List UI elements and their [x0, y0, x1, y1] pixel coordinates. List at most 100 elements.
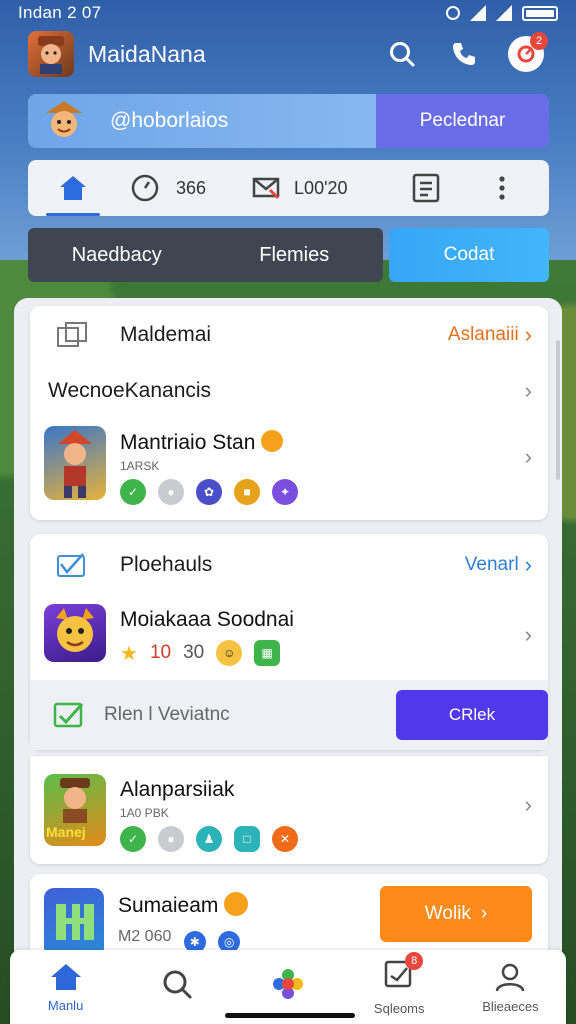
home-tab[interactable]	[40, 160, 106, 216]
nav-label: Manlu	[47, 997, 84, 1013]
nav-item-search[interactable]	[121, 950, 232, 1024]
mail-stat-value: L00'20	[294, 177, 348, 198]
profile-character-icon	[46, 101, 82, 137]
game-thumbnail: Manej	[44, 774, 106, 846]
nav-item-profile[interactable]: Blieaeces	[455, 950, 566, 1024]
timer-icon	[131, 174, 159, 202]
timer-stat-value: 366	[176, 177, 207, 198]
chevron-right-icon[interactable]: ›	[525, 322, 532, 348]
app-header: MaidaNana 2	[28, 30, 548, 78]
profile-strip: @hoborlaios Peclednar	[28, 94, 549, 148]
profile-handle: @hoborlaios	[110, 109, 229, 132]
game-title: Mantriaio Stan	[120, 430, 525, 455]
messages-badge: 8	[405, 952, 424, 970]
profile-action-button[interactable]: Peclednar	[376, 94, 549, 148]
crlek-button[interactable]: CRlek	[396, 690, 548, 740]
card-header: Ploehauls Venarl ›	[30, 534, 548, 596]
game-thumbnail	[44, 426, 106, 500]
app-title: MaidaNana	[88, 40, 206, 67]
thumb-label: Manej	[46, 824, 86, 840]
game-title: Alanparsiiak	[120, 778, 235, 801]
profile-info[interactable]: @hoborlaios	[28, 94, 376, 148]
messages-icon-wrap: 8	[383, 952, 424, 995]
more-options-button[interactable]	[498, 175, 506, 201]
wolik-button[interactable]: Wolik ›	[380, 886, 532, 942]
star-icon: ★	[120, 642, 138, 665]
card-title: Maldemai	[120, 323, 212, 346]
list-item-game[interactable]: Mantriaio Stan 1ARSK ✓ ● ✿ ■ ✦ ›	[30, 418, 548, 514]
footer-label: Rlen l Veviatnc	[104, 704, 230, 725]
card-alanparsiiak: Manej Alanparsiiak 1A0 PBK ✓ ● ♟ □ ✕ ›	[30, 756, 548, 864]
checkbox-icon	[53, 702, 84, 728]
card-title: Ploehauls	[120, 553, 213, 576]
grey-badge-icon: ●	[158, 479, 184, 505]
list-item-subtitle[interactable]: WecnoeKanancis ›	[30, 364, 548, 418]
card-link[interactable]: Venarl	[465, 554, 519, 576]
chevron-right-icon: ›	[524, 792, 532, 817]
timer-stat[interactable]: 366	[130, 173, 206, 203]
home-icon	[60, 176, 86, 200]
segment-control: Naedbacy Flemies	[28, 228, 383, 282]
check-badge-icon: ✓	[120, 479, 146, 505]
status-icons	[446, 5, 558, 21]
main-panel: Maldemai Aslanaiii › WecnoeKanancis › Ma…	[14, 298, 562, 1024]
notification-badge: 2	[530, 32, 548, 50]
card-link[interactable]: Aslanaiii	[448, 324, 519, 346]
list-item-game[interactable]: Manej Alanparsiiak 1A0 PBK ✓ ● ♟ □ ✕ ›	[30, 756, 548, 852]
rating-value-b: 30	[183, 642, 205, 663]
rating-value-a: 10	[149, 642, 172, 663]
chevron-right-icon[interactable]: ›	[525, 552, 532, 578]
smiley-badge-icon: ☺	[216, 640, 243, 666]
card-ploehauls: Ploehauls Venarl › Moiakaaa Soodnai ★ 10…	[30, 534, 548, 750]
wolik-button-label: Wolik	[424, 903, 471, 924]
game-info: Moiakaaa Soodnai ★ 10 30 ☺ ▦	[120, 602, 525, 666]
segment-row: Naedbacy Flemies Codat	[28, 228, 549, 282]
avatar[interactable]	[28, 31, 74, 77]
card-maldemai: Maldemai Aslanaiii › WecnoeKanancis › Ma…	[30, 306, 548, 520]
rating-row: ★ 10 30 ☺ ▦	[120, 640, 525, 666]
square-badge-icon: □	[234, 826, 260, 852]
more-vertical-icon	[498, 176, 505, 200]
game-info: Mantriaio Stan 1ARSK ✓ ● ✿ ■ ✦	[120, 424, 525, 505]
list-item-game[interactable]: Moiakaaa Soodnai ★ 10 30 ☺ ▦ ›	[30, 596, 548, 680]
character-icon	[38, 36, 64, 74]
home-icon	[50, 963, 81, 990]
chevron-right-icon: ›	[524, 378, 532, 403]
wifi-icon	[470, 5, 486, 21]
search-icon	[163, 970, 192, 999]
badge-row: ✓ ● ✿ ■ ✦	[120, 479, 525, 505]
nav-item-messages[interactable]: 8 Sqleoms	[344, 950, 455, 1024]
codat-button[interactable]: Codat	[389, 228, 549, 282]
game-title: Moiakaaa Soodnai	[120, 608, 294, 631]
search-button[interactable]	[380, 32, 424, 76]
subrow-title: WecnoeKanancis	[48, 379, 212, 402]
call-button[interactable]	[442, 32, 486, 76]
nav-item-home[interactable]: Manlu	[10, 950, 121, 1024]
scrollbar[interactable]	[556, 340, 560, 480]
notifications-button[interactable]: 2	[504, 32, 548, 76]
flower-badge-icon: ✿	[196, 479, 222, 505]
game-thumbnail	[44, 604, 106, 662]
badge-row: ✓ ● ♟ □ ✕	[120, 826, 525, 852]
battery-icon	[522, 5, 558, 21]
chart-icon	[52, 545, 92, 585]
chevron-right-icon: ›	[480, 903, 488, 924]
folder-outline-icon	[52, 315, 92, 355]
emoji-icon	[261, 430, 284, 452]
user-icon	[496, 963, 525, 991]
flower-icon	[273, 969, 303, 999]
quick-stats-bar: 366 L00'20	[28, 160, 549, 216]
mail-icon	[252, 177, 280, 200]
game-meta: 1A0 PBK	[120, 806, 169, 820]
star-badge-icon: ✦	[272, 479, 298, 505]
list-button[interactable]	[412, 173, 440, 203]
phone-icon	[453, 43, 475, 65]
document-list-icon	[412, 173, 439, 203]
gift-badge-icon: ■	[234, 479, 260, 505]
tab-flemies[interactable]: Flemies	[206, 228, 384, 282]
game-meta: 1ARSK	[120, 459, 160, 473]
mail-stat[interactable]: L00'20	[252, 176, 348, 200]
game-info: Sumaieam M2 060 ✱ ◎	[118, 886, 380, 953]
tab-naedbacy[interactable]: Naedbacy	[28, 228, 206, 282]
status-bar: Indan 2 07	[0, 0, 576, 26]
